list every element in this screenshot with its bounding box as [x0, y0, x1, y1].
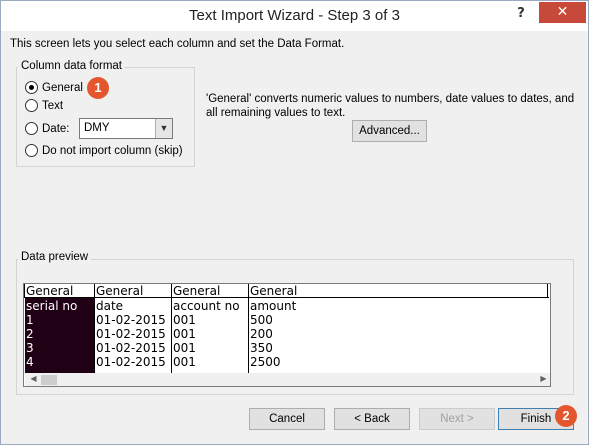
radio-date[interactable]: Date:	[25, 122, 70, 135]
chevron-down-icon[interactable]: ▼	[155, 119, 172, 138]
data-preview-label: Data preview	[18, 251, 92, 263]
radio-text[interactable]: Text	[25, 99, 63, 112]
window-title: Text Import Wizard - Step 3 of 3	[189, 7, 400, 24]
title-bar: Text Import Wizard - Step 3 of 3 ? ✕	[1, 1, 588, 31]
preview-cell: 001	[173, 341, 196, 355]
radio-date-indicator[interactable]	[25, 122, 38, 135]
preview-row: 4 01-02-2015 001 2500	[24, 355, 549, 369]
callout-badge-2: 2	[555, 405, 577, 427]
preview-row: 2 01-02-2015 001 200	[24, 327, 549, 341]
preview-header-cell[interactable]: General	[24, 284, 94, 298]
date-format-value: DMY	[84, 122, 110, 134]
text-import-wizard-window: Text Import Wizard - Step 3 of 3 ? ✕ Thi…	[0, 0, 589, 445]
column-data-format-label: Column data format	[18, 60, 125, 72]
preview-cell: account no	[173, 299, 240, 313]
preview-row: 1 01-02-2015 001 500	[24, 313, 549, 327]
radio-text-indicator[interactable]	[25, 99, 38, 112]
scroll-left-icon[interactable]: ◀	[25, 374, 42, 383]
horizontal-scrollbar[interactable]: ◀ ▶	[25, 373, 550, 386]
preview-cell: 3	[26, 341, 34, 355]
preview-cell: 01-02-2015	[96, 355, 166, 369]
preview-cell: 01-02-2015	[96, 327, 166, 341]
close-button[interactable]: ✕	[539, 2, 586, 23]
preview-cell: 2500	[250, 355, 281, 369]
preview-header-cell[interactable]: General	[94, 284, 171, 298]
preview-cell: 01-02-2015	[96, 341, 166, 355]
preview-cell: 4	[26, 355, 34, 369]
next-button[interactable]: Next >	[419, 408, 495, 430]
radio-text-label: Text	[42, 99, 64, 112]
preview-header-row: General General General General	[24, 284, 549, 298]
preview-header-cell[interactable]: General	[171, 284, 248, 298]
preview-row: 3 01-02-2015 001 350	[24, 341, 549, 355]
date-format-select[interactable]: DMY ▼	[79, 118, 173, 139]
preview-cell: amount	[250, 299, 297, 313]
preview-cell: serial no	[26, 299, 78, 313]
advanced-button[interactable]: Advanced...	[352, 120, 427, 142]
back-button[interactable]: < Back	[334, 408, 410, 430]
radio-date-label: Date:	[42, 122, 70, 135]
preview-cell: date	[96, 299, 124, 313]
preview-row: serial no date account no amount	[24, 299, 549, 313]
data-preview-grid[interactable]: General General General General serial n…	[23, 283, 551, 387]
radio-general[interactable]: General	[25, 81, 83, 94]
preview-cell: 001	[173, 327, 196, 341]
preview-cell: 01-02-2015	[96, 313, 166, 327]
preview-cell: 2	[26, 327, 34, 341]
preview-cell: 350	[250, 341, 273, 355]
scroll-right-icon[interactable]: ▶	[535, 374, 550, 383]
radio-skip-label: Do not import column (skip)	[42, 144, 183, 157]
help-button[interactable]: ?	[509, 3, 533, 27]
preview-header-cell[interactable]: General	[248, 284, 548, 298]
horizontal-scroll-thumb[interactable]	[41, 375, 57, 385]
radio-general-label: General	[42, 81, 83, 94]
preview-cell: 001	[173, 313, 196, 327]
preview-cell: 001	[173, 355, 196, 369]
preview-cell: 500	[250, 313, 273, 327]
callout-badge-1: 1	[87, 77, 109, 99]
preview-cell: 1	[26, 313, 34, 327]
radio-skip[interactable]: Do not import column (skip)	[25, 144, 183, 157]
preview-cell: 200	[250, 327, 273, 341]
intro-text: This screen lets you select each column …	[10, 38, 345, 50]
format-description: 'General' converts numeric values to num…	[206, 93, 575, 119]
cancel-button[interactable]: Cancel	[249, 408, 325, 430]
radio-general-indicator[interactable]	[25, 81, 38, 94]
radio-skip-indicator[interactable]	[25, 144, 38, 157]
